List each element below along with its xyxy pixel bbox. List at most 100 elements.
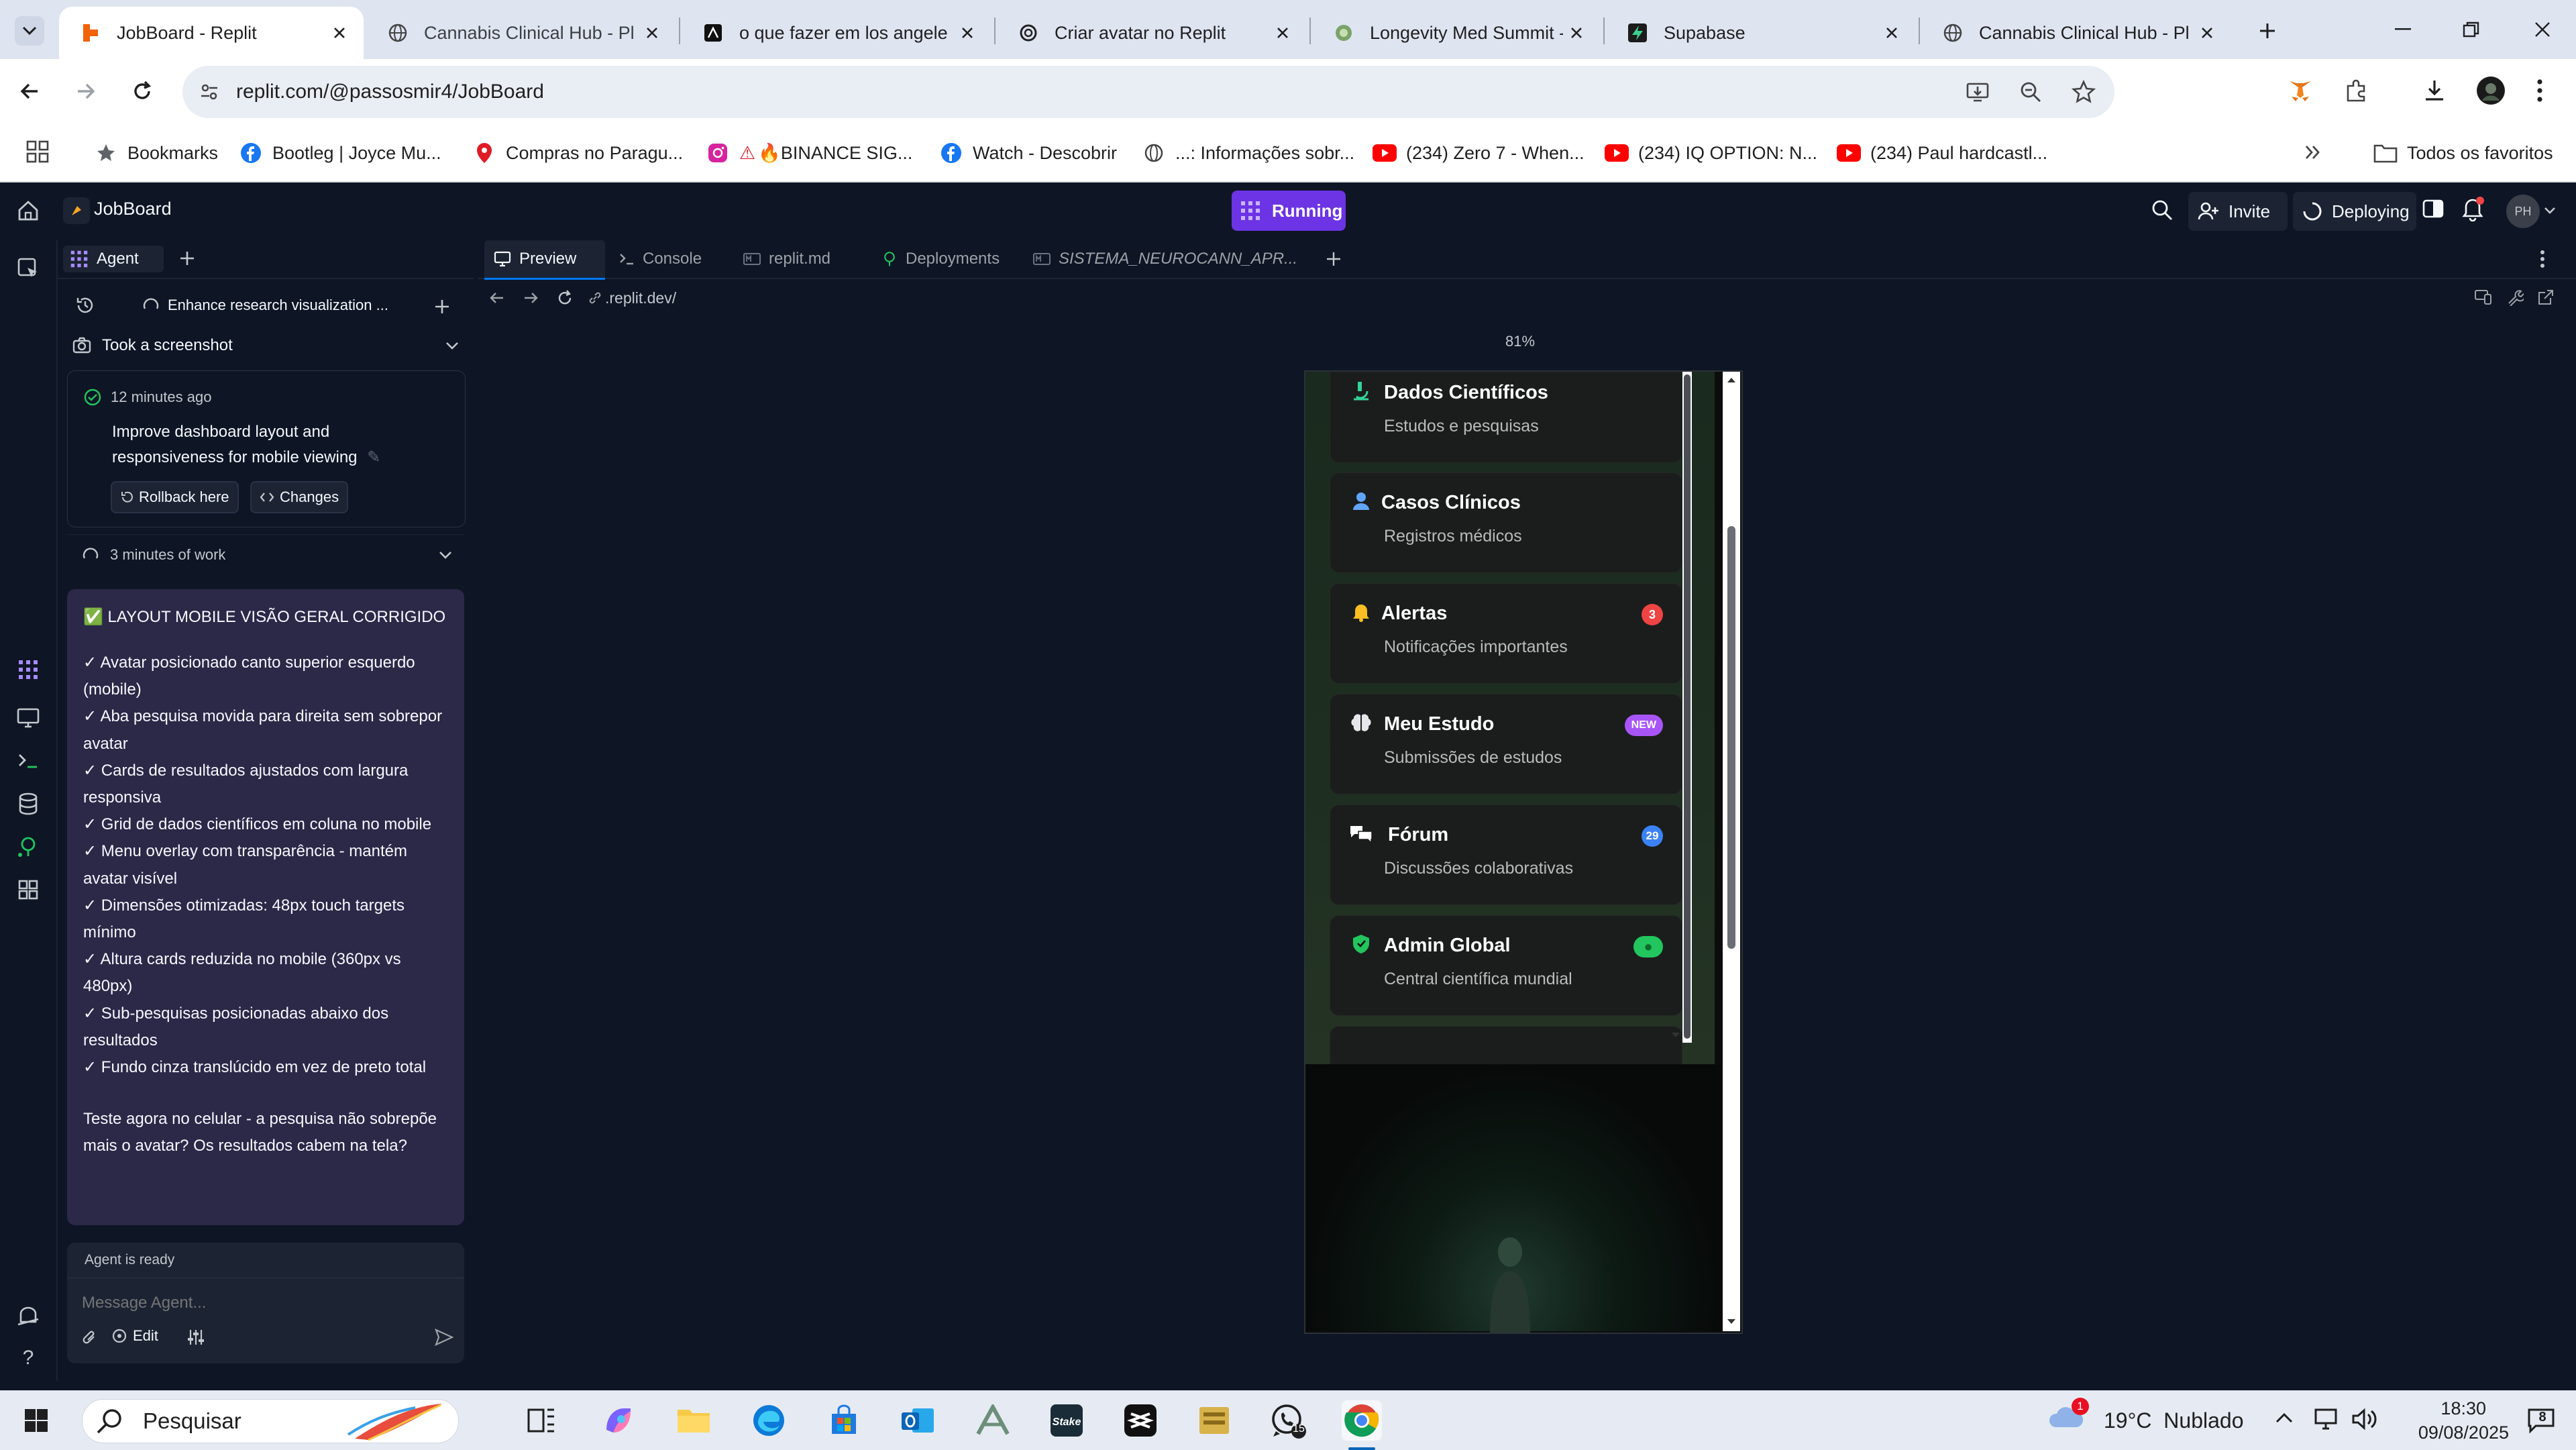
back-icon[interactable]: [487, 289, 506, 307]
open-external-icon[interactable]: [2537, 289, 2555, 306]
menu-item-partial[interactable]: [1330, 1026, 1682, 1064]
install-app-icon[interactable]: [1966, 80, 1990, 104]
weather-widget[interactable]: 1 19°C Nublado: [2047, 1398, 2243, 1439]
preview-url[interactable]: .replit.dev/: [588, 286, 676, 310]
bookmark-bootleg[interactable]: Bootleg | Joyce Mu...: [239, 138, 441, 168]
scroll-up-arrow-icon[interactable]: [1723, 372, 1740, 389]
bookmark-zero7[interactable]: (234) Zero 7 - When...: [1373, 138, 1585, 168]
tab-console[interactable]: Console: [609, 240, 730, 278]
screenshot-action-row[interactable]: Took a screenshot: [72, 330, 464, 361]
run-status-button[interactable]: Running: [1232, 191, 1346, 231]
close-icon[interactable]: [1269, 19, 1296, 46]
menu-item-casos-clinicos[interactable]: Casos Clínicos Registros médicos: [1330, 472, 1682, 573]
minimize-button[interactable]: [2388, 15, 2418, 44]
bookmark-paul-hardcastle[interactable]: (234) Paul hardcastl...: [1837, 138, 2047, 168]
browser-tab-cannabis-hub-2[interactable]: Cannabis Clinical Hub - Pl: [1921, 7, 2231, 59]
menu-item-forum[interactable]: Fórum Discussões colaborativas 29: [1330, 805, 1682, 905]
outlook-icon[interactable]: [898, 1400, 938, 1441]
archive-app-icon[interactable]: [1194, 1400, 1234, 1441]
bookmark-watch[interactable]: Watch - Descobrir: [939, 138, 1117, 168]
new-chat-plus-icon[interactable]: [433, 298, 451, 315]
rollback-button[interactable]: Rollback here: [111, 481, 239, 513]
bookmark-star-icon[interactable]: [2072, 80, 2096, 104]
close-icon[interactable]: [2194, 19, 2220, 46]
bookmark-iq-option[interactable]: (234) IQ OPTION: N...: [1605, 138, 1817, 168]
file-explorer-icon[interactable]: [674, 1400, 714, 1441]
menu-scrollbar-thumb[interactable]: [1684, 374, 1690, 1039]
tab-agent[interactable]: Agent: [63, 246, 164, 272]
windows-start-icon[interactable]: [16, 1400, 56, 1441]
close-icon[interactable]: [1563, 19, 1590, 46]
page-scrollbar-thumb[interactable]: [1727, 526, 1735, 949]
all-bookmarks-folder[interactable]: Todos os favoritos: [2373, 138, 2553, 168]
repl-name[interactable]: JobBoard: [94, 199, 172, 219]
notification-bell-icon[interactable]: [2461, 196, 2485, 221]
capcut-icon[interactable]: [1120, 1400, 1161, 1441]
stake-app-icon[interactable]: Stake: [1046, 1400, 1087, 1441]
profile-avatar[interactable]: [2477, 76, 2505, 105]
browser-tab-cannabis-hub[interactable]: Cannabis Clinical Hub - Pl: [366, 7, 676, 59]
invite-button[interactable]: Invite: [2188, 192, 2288, 231]
chrome-icon[interactable]: [1342, 1400, 1382, 1441]
tab-sistema-neurocann[interactable]: SISTEMA_NEUROCANN_APR...: [1024, 240, 1308, 278]
agent-message-input[interactable]: [80, 1284, 445, 1322]
browser-tab-criar-avatar[interactable]: Criar avatar no Replit: [997, 7, 1307, 59]
more-options-icon[interactable]: [2540, 250, 2545, 268]
whatsapp-icon[interactable]: 15: [1268, 1400, 1308, 1441]
edit-mode-button[interactable]: Edit: [111, 1327, 158, 1345]
close-icon[interactable]: [954, 19, 981, 46]
thread-title[interactable]: Enhance research visualization ...: [142, 297, 388, 314]
devices-icon[interactable]: [2474, 289, 2493, 306]
database-icon[interactable]: [15, 790, 42, 817]
layout-toggle-icon[interactable]: [2422, 197, 2445, 220]
bookmark-bookmarks[interactable]: Bookmarks: [94, 138, 218, 168]
send-icon[interactable]: [435, 1329, 453, 1346]
volume-icon[interactable]: [2351, 1407, 2377, 1431]
back-icon[interactable]: [17, 79, 42, 103]
search-icon[interactable]: [2151, 199, 2174, 221]
arc-app-icon[interactable]: [973, 1400, 1013, 1441]
scroll-down-arrow-icon[interactable]: [1723, 1312, 1740, 1330]
attach-icon[interactable]: [82, 1329, 98, 1347]
apps-grid-icon[interactable]: [25, 140, 50, 164]
extensions-icon[interactable]: [2344, 79, 2368, 103]
console-icon[interactable]: [15, 747, 42, 774]
taskbar-search[interactable]: Pesquisar: [82, 1399, 459, 1443]
new-tab-plus-icon[interactable]: [1326, 251, 1342, 267]
all-tools-icon[interactable]: [15, 876, 42, 903]
show-hidden-icons-icon[interactable]: [2274, 1408, 2294, 1429]
forward-icon[interactable]: [74, 79, 98, 103]
menu-item-admin-global[interactable]: Admin Global Central científica mundial …: [1330, 915, 1682, 1016]
new-tab-plus-icon[interactable]: [178, 250, 196, 267]
browser-tab-jobboard[interactable]: JobBoard - Replit: [59, 7, 364, 59]
browser-tab-supabase[interactable]: Supabase: [1606, 7, 1916, 59]
close-icon[interactable]: [639, 19, 665, 46]
address-bar[interactable]: replit.com/@passosmir4/JobBoard: [182, 66, 2114, 118]
bookmark-informacoes[interactable]: ...: Informações sobr...: [1142, 138, 1354, 168]
reload-icon[interactable]: [130, 79, 154, 103]
chevron-down-icon[interactable]: [2544, 207, 2556, 215]
deployments-icon[interactable]: [15, 833, 42, 860]
system-clock[interactable]: 18:30 09/08/2025: [2396, 1396, 2509, 1445]
forward-icon[interactable]: [522, 289, 541, 307]
tab-preview[interactable]: Preview: [484, 240, 605, 280]
bookmark-compras[interactable]: Compras no Paragu...: [472, 138, 683, 168]
more-bookmarks-icon[interactable]: [2302, 142, 2322, 162]
site-info-icon[interactable]: [199, 81, 220, 103]
browser-tab-los-angeles[interactable]: o que fazer em los angele: [682, 7, 991, 59]
preview-monitor-icon[interactable]: [15, 705, 42, 731]
file-tree-icon[interactable]: [15, 255, 42, 282]
task-view-icon[interactable]: [522, 1400, 562, 1441]
menu-scroll-down-arrow-icon[interactable]: [1669, 1028, 1682, 1041]
devtools-wrench-icon[interactable]: [2506, 289, 2524, 306]
window-close-button[interactable]: [2528, 15, 2557, 44]
agent-grid-icon[interactable]: [15, 656, 42, 683]
browser-tab-longevity[interactable]: Longevity Med Summit -: [1312, 7, 1601, 59]
help-icon[interactable]: ?: [15, 1345, 42, 1371]
edge-icon[interactable]: [749, 1400, 789, 1441]
page-scrollbar-track[interactable]: [1723, 372, 1740, 1331]
browser-menu-icon[interactable]: [2536, 78, 2544, 103]
close-icon[interactable]: [1878, 19, 1905, 46]
tab-search-button[interactable]: [15, 16, 44, 46]
network-icon[interactable]: [2313, 1407, 2340, 1431]
